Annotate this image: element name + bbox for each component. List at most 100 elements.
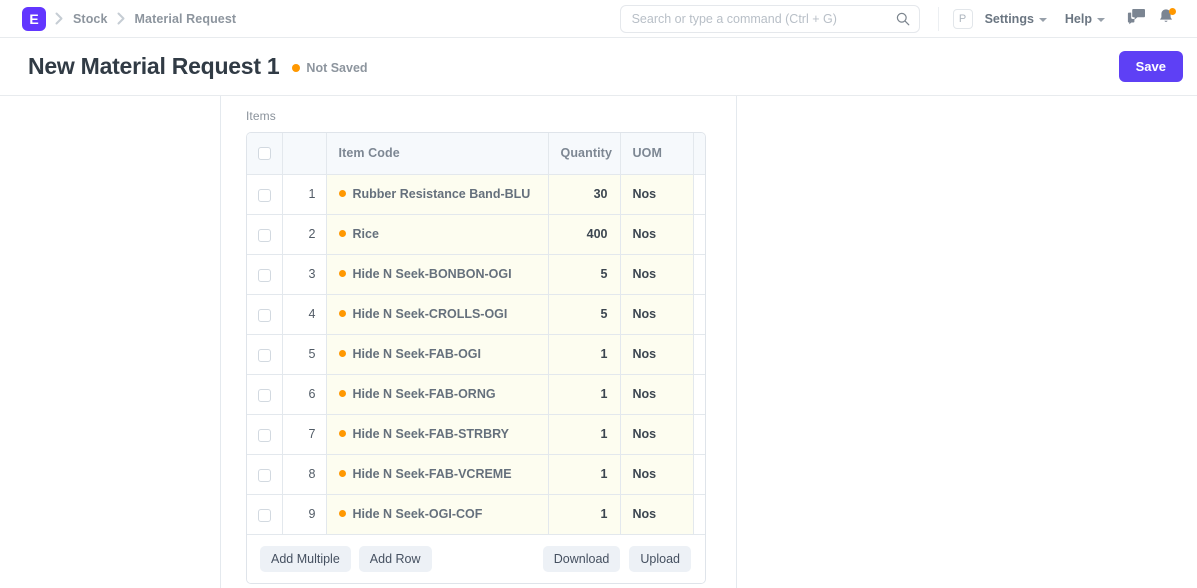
cell-item-code[interactable]: Hide N Seek-OGI-COF — [326, 494, 549, 534]
search-icon[interactable] — [896, 12, 910, 26]
row-select-cell[interactable] — [247, 174, 283, 215]
row-select-cell[interactable] — [247, 414, 283, 455]
search-box[interactable] — [619, 4, 920, 33]
cell-item-code[interactable]: Hide N Seek-FAB-STRBRY — [326, 414, 549, 455]
cell-uom[interactable]: Nos — [620, 174, 694, 215]
cell-for-warehouse[interactable]: Stores - UP — [693, 494, 705, 534]
breadcrumb-item-stock[interactable]: Stock — [73, 12, 108, 26]
main-content: Items Item Code Quantity UOM 1 Rubber Re… — [221, 96, 737, 588]
row-select-cell[interactable] — [247, 214, 283, 255]
column-header-for-warehouse[interactable]: For Warehouse — [693, 133, 705, 175]
row-select-cell[interactable] — [247, 494, 283, 534]
items-section-label: Items — [246, 109, 276, 123]
cell-quantity[interactable]: 1 — [548, 334, 621, 375]
table-row[interactable]: 7 Hide N Seek-FAB-STRBRY 1NosStores - UP — [247, 414, 705, 455]
item-code-label: Hide N Seek-FAB-VCREME — [352, 467, 512, 481]
table-row[interactable]: 4 Hide N Seek-CROLLS-OGI 5NosStores - UP — [247, 294, 705, 335]
cell-uom[interactable]: Nos — [620, 294, 694, 335]
column-header-item-code[interactable]: Item Code — [326, 133, 549, 175]
cell-quantity[interactable]: 5 — [548, 294, 621, 335]
search-input[interactable] — [631, 11, 896, 26]
column-header-quantity[interactable]: Quantity — [548, 133, 621, 175]
row-select-cell[interactable] — [247, 454, 283, 495]
cell-uom[interactable]: Nos — [620, 334, 694, 375]
cell-for-warehouse[interactable]: Stores - UP — [693, 294, 705, 335]
row-checkbox[interactable] — [258, 228, 271, 242]
table-row[interactable]: 8 Hide N Seek-FAB-VCREME 1NosStores - UP — [247, 454, 705, 495]
save-button[interactable]: Save — [1118, 51, 1183, 82]
row-index: 3 — [282, 254, 327, 295]
add-multiple-button[interactable]: Add Multiple — [260, 546, 351, 572]
cell-item-code[interactable]: Hide N Seek-CROLLS-OGI — [326, 294, 549, 335]
column-header-uom[interactable]: UOM — [620, 133, 694, 175]
row-checkbox[interactable] — [258, 468, 271, 482]
select-all-checkbox[interactable] — [258, 147, 271, 161]
row-select-cell[interactable] — [247, 334, 283, 375]
row-checkbox[interactable] — [258, 348, 271, 362]
add-row-button[interactable]: Add Row — [358, 546, 432, 572]
upload-button[interactable]: Upload — [629, 546, 691, 572]
cell-uom[interactable]: Nos — [620, 454, 694, 495]
cell-uom[interactable]: Nos — [620, 494, 694, 534]
row-index: 2 — [282, 214, 327, 255]
breadcrumb-item-material-request[interactable]: Material Request — [135, 12, 237, 26]
select-all-header[interactable] — [247, 133, 283, 175]
row-status-dot-icon — [338, 470, 346, 477]
cell-for-warehouse[interactable]: Stores - UP — [693, 254, 705, 295]
cell-item-code[interactable]: Rice — [326, 214, 549, 255]
app-logo[interactable]: E — [22, 6, 46, 31]
row-checkbox[interactable] — [258, 188, 271, 202]
settings-menu[interactable]: Settings — [985, 12, 1047, 26]
help-menu[interactable]: Help — [1065, 12, 1105, 26]
row-checkbox[interactable] — [258, 388, 271, 402]
table-row[interactable]: 2 Rice 400NosStores - UP — [247, 214, 705, 255]
row-select-cell[interactable] — [247, 294, 283, 335]
table-row[interactable]: 3 Hide N Seek-BONBON-OGI 5NosStores - UP — [247, 254, 705, 295]
cell-quantity[interactable]: 1 — [548, 414, 621, 455]
cell-for-warehouse[interactable]: Stores - UP — [693, 374, 705, 415]
row-status-dot-icon — [338, 270, 346, 277]
cell-item-code[interactable]: Hide N Seek-FAB-VCREME — [326, 454, 549, 495]
chat-button[interactable] — [1123, 6, 1149, 32]
cell-for-warehouse[interactable]: Stores - UP — [693, 414, 705, 455]
cell-item-code[interactable]: Hide N Seek-FAB-OGI — [326, 334, 549, 375]
cell-for-warehouse[interactable]: Stores - UP — [693, 334, 705, 375]
cell-quantity[interactable]: 1 — [548, 374, 621, 415]
row-checkbox[interactable] — [258, 268, 271, 282]
cell-quantity[interactable]: 30 — [548, 174, 621, 215]
cell-item-code[interactable]: Hide N Seek-BONBON-OGI — [326, 254, 549, 295]
settings-label: Settings — [984, 11, 1034, 26]
row-checkbox[interactable] — [258, 508, 271, 522]
row-checkbox[interactable] — [258, 308, 271, 322]
table-row[interactable]: 6 Hide N Seek-FAB-ORNG 1NosStores - UP — [247, 374, 705, 415]
cell-for-warehouse[interactable]: Stores - UP — [693, 454, 705, 495]
row-status-dot-icon — [338, 510, 346, 518]
chat-icon — [1127, 8, 1146, 30]
table-row[interactable]: 9 Hide N Seek-OGI-COF 1NosStores - UP — [247, 494, 705, 534]
cell-for-warehouse[interactable]: Stores - UP — [693, 214, 705, 255]
cell-uom[interactable]: Nos — [620, 374, 694, 415]
cell-uom[interactable]: Nos — [620, 254, 694, 295]
item-code-label: Hide N Seek-CROLLS-OGI — [352, 307, 508, 321]
cell-quantity[interactable]: 5 — [548, 254, 621, 295]
avatar[interactable]: P — [952, 8, 973, 29]
cell-uom[interactable]: Nos — [620, 414, 694, 455]
row-select-cell[interactable] — [247, 254, 283, 295]
notifications-button[interactable] — [1153, 6, 1179, 32]
item-code-label: Hide N Seek-BONBON-OGI — [352, 267, 512, 281]
row-select-cell[interactable] — [247, 374, 283, 415]
table-row[interactable]: 1 Rubber Resistance Band-BLU 30NosStores -… — [247, 174, 705, 215]
row-checkbox[interactable] — [258, 428, 271, 442]
items-grid: Item Code Quantity UOM For Warehouse Req… — [246, 132, 706, 584]
cell-quantity[interactable]: 400 — [548, 214, 621, 255]
download-button[interactable]: Download — [542, 546, 621, 572]
items-grid-footer: Add Multiple Add Row Download Upload — [247, 534, 705, 583]
table-row[interactable]: 5 Hide N Seek-FAB-OGI 1NosStores - UP — [247, 334, 705, 375]
cell-for-warehouse[interactable]: Stores - UP — [693, 174, 705, 215]
cell-quantity[interactable]: 1 — [548, 494, 621, 534]
cell-uom[interactable]: Nos — [620, 214, 694, 255]
cell-item-code[interactable]: Hide N Seek-FAB-ORNG — [326, 374, 549, 415]
row-status-dot-icon — [338, 190, 346, 197]
cell-quantity[interactable]: 1 — [548, 454, 621, 495]
cell-item-code[interactable]: Rubber Resistance Band-BLU — [326, 174, 549, 215]
